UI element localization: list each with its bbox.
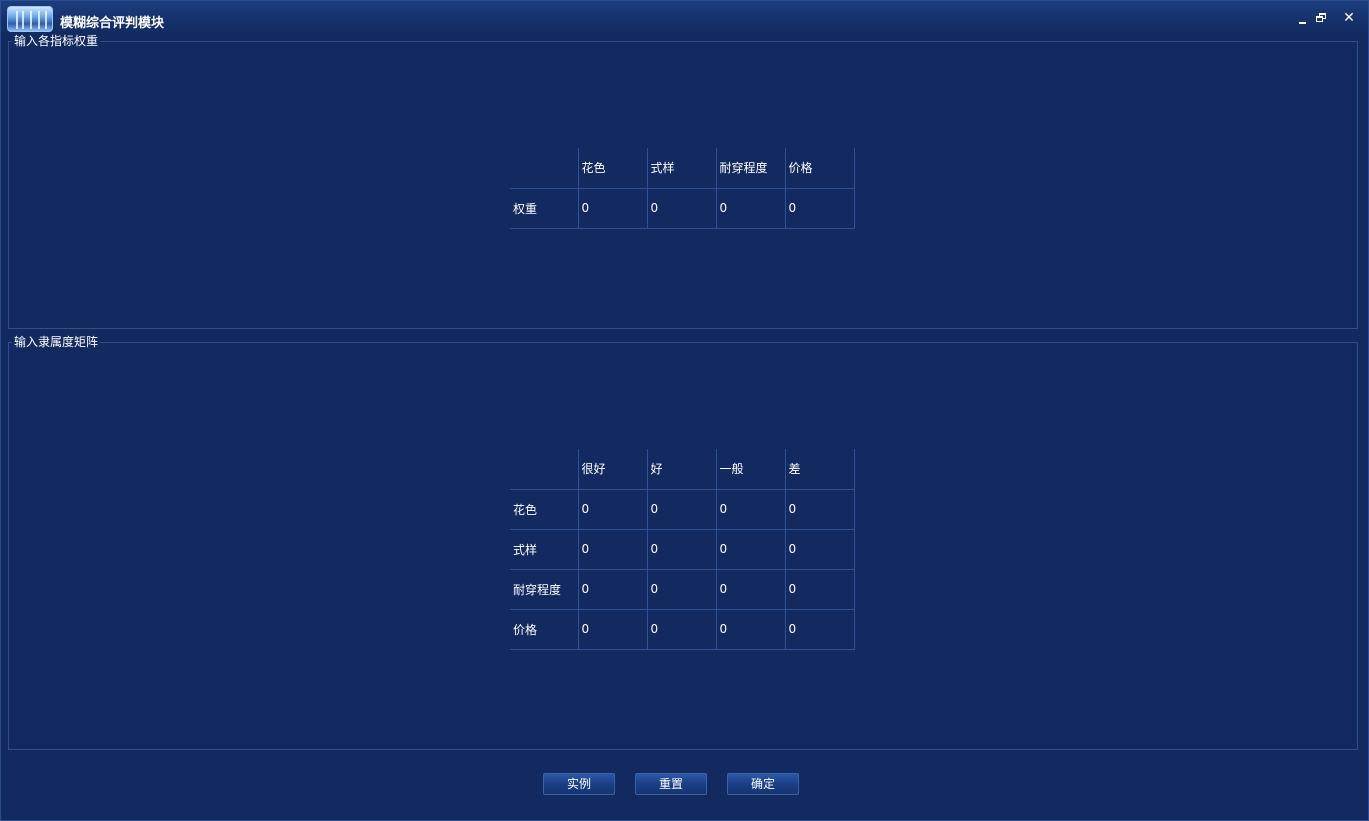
title-bar[interactable]: 模糊综合评判模块 ✕ xyxy=(1,1,1368,35)
minimize-icon[interactable] xyxy=(1294,10,1310,26)
membership-cell[interactable]: 0 xyxy=(646,609,717,650)
weight-cell[interactable]: 0 xyxy=(577,188,648,229)
confirm-button[interactable]: 确定 xyxy=(727,773,799,795)
header-cell xyxy=(510,148,578,189)
restore-icon[interactable] xyxy=(1313,10,1329,26)
header-cell: 式样 xyxy=(646,148,717,189)
membership-cell[interactable]: 0 xyxy=(715,529,786,570)
weight-cell[interactable]: 0 xyxy=(646,188,717,229)
membership-cell[interactable]: 0 xyxy=(646,529,717,570)
table-row: 权重 0 0 0 0 xyxy=(510,188,855,229)
header-cell: 好 xyxy=(646,449,717,490)
membership-cell[interactable]: 0 xyxy=(715,489,786,530)
table-row: 式样 0 0 0 0 xyxy=(510,529,855,570)
weights-header-row: 花色 式样 耐穿程度 价格 xyxy=(510,148,855,189)
membership-header-row: 很好 好 一般 差 xyxy=(510,449,855,490)
table-row: 花色 0 0 0 0 xyxy=(510,489,855,530)
membership-group-legend: 输入隶属度矩阵 xyxy=(12,334,101,350)
table-row: 耐穿程度 0 0 0 0 xyxy=(510,569,855,610)
membership-cell[interactable]: 0 xyxy=(646,489,717,530)
close-icon[interactable]: ✕ xyxy=(1341,10,1357,26)
app-logo-icon xyxy=(7,6,53,32)
membership-cell[interactable]: 0 xyxy=(577,489,648,530)
header-cell: 一般 xyxy=(715,449,786,490)
membership-cell[interactable]: 0 xyxy=(577,569,648,610)
header-cell xyxy=(510,449,578,490)
membership-cell[interactable]: 0 xyxy=(577,609,648,650)
header-cell: 价格 xyxy=(784,148,855,189)
membership-cell[interactable]: 0 xyxy=(577,529,648,570)
membership-cell[interactable]: 0 xyxy=(715,569,786,610)
membership-cell[interactable]: 0 xyxy=(715,609,786,650)
main-window: 模糊综合评判模块 ✕ 输入各指标权重 花色 式样 耐穿程度 价格 权重 0 0 … xyxy=(0,0,1369,821)
header-cell: 花色 xyxy=(577,148,648,189)
row-label: 价格 xyxy=(510,609,578,650)
row-label: 花色 xyxy=(510,489,578,530)
row-label: 式样 xyxy=(510,529,578,570)
membership-cell[interactable]: 0 xyxy=(784,489,855,530)
row-label: 权重 xyxy=(510,188,578,229)
window-title: 模糊综合评判模块 xyxy=(60,16,165,31)
row-label: 耐穿程度 xyxy=(510,569,578,610)
table-row: 价格 0 0 0 0 xyxy=(510,609,855,650)
weight-cell[interactable]: 0 xyxy=(715,188,786,229)
membership-cell[interactable]: 0 xyxy=(784,569,855,610)
weights-grid[interactable]: 花色 式样 耐穿程度 价格 权重 0 0 0 0 xyxy=(510,148,855,229)
membership-cell[interactable]: 0 xyxy=(784,529,855,570)
membership-cell[interactable]: 0 xyxy=(784,609,855,650)
header-cell: 耐穿程度 xyxy=(715,148,786,189)
membership-cell[interactable]: 0 xyxy=(646,569,717,610)
weight-cell[interactable]: 0 xyxy=(784,188,855,229)
example-button[interactable]: 实例 xyxy=(543,773,615,795)
header-cell: 很好 xyxy=(577,449,648,490)
weights-group-legend: 输入各指标权重 xyxy=(12,33,101,49)
membership-grid[interactable]: 很好 好 一般 差 花色 0 0 0 0 式样 0 0 0 0 耐穿程度 0 0… xyxy=(510,449,855,650)
reset-button[interactable]: 重置 xyxy=(635,773,707,795)
header-cell: 差 xyxy=(784,449,855,490)
